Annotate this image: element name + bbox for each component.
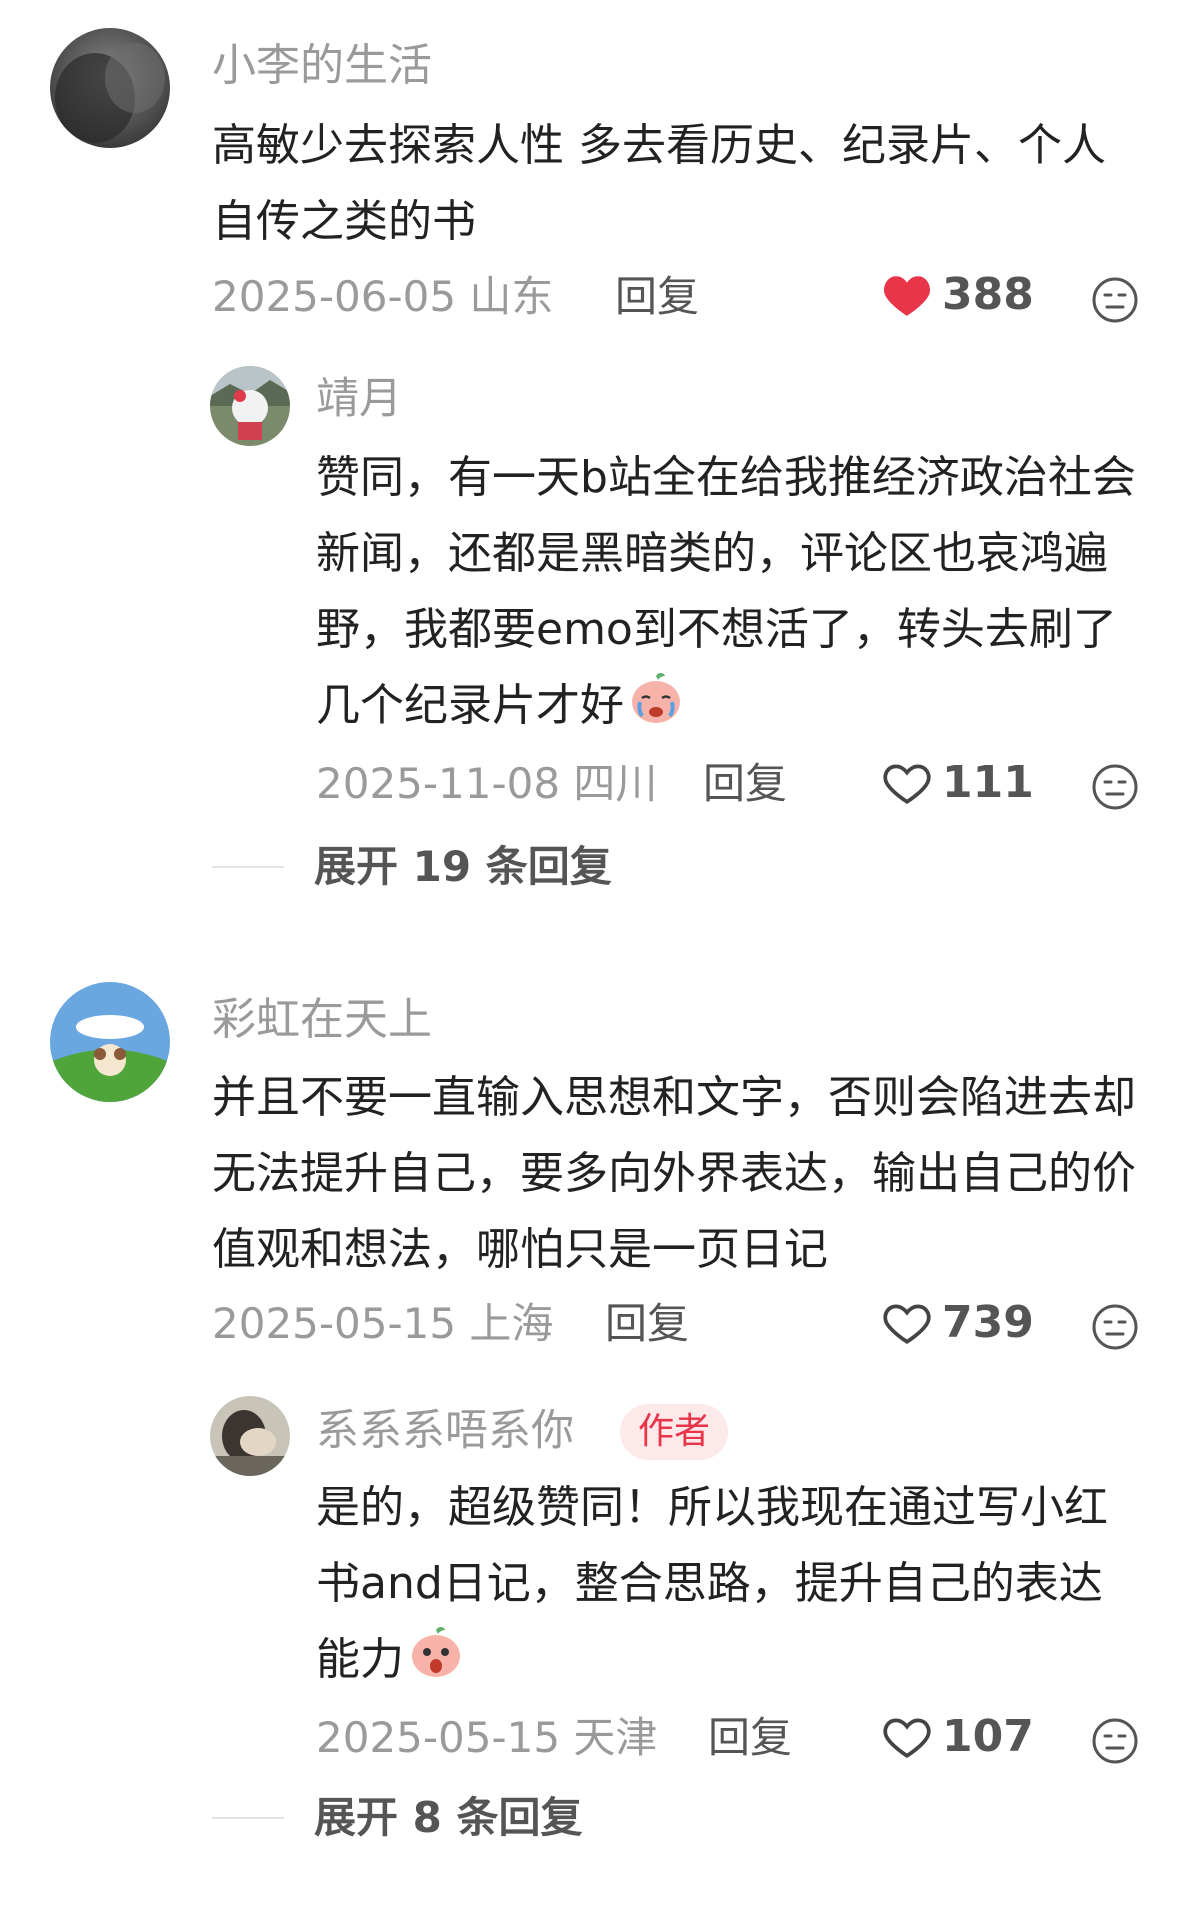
heart-outline-icon — [882, 760, 932, 806]
reply-button[interactable]: 回复 — [605, 1303, 689, 1345]
avatar[interactable] — [50, 982, 170, 1102]
comment-date-location: 2025-05-15 上海 — [212, 1299, 554, 1348]
like-count: 107 — [942, 1711, 1034, 1762]
dislike-icon[interactable] — [1091, 763, 1139, 811]
reply-button[interactable]: 回复 — [615, 276, 699, 318]
crying-peach-emoji — [628, 670, 684, 726]
divider-line — [212, 1817, 284, 1819]
dislike-icon[interactable] — [1091, 1717, 1139, 1765]
comment-username[interactable]: 彩虹在天上 — [212, 998, 432, 1042]
avatar[interactable] — [50, 28, 170, 148]
reply-date-location: 2025-05-15 天津 — [316, 1713, 658, 1762]
expand-replies-label: 展开 19 条回复 — [314, 842, 612, 891]
comment-username[interactable]: 小李的生活 — [212, 44, 432, 88]
heart-filled-icon — [882, 272, 932, 318]
dislike-icon[interactable] — [1091, 276, 1139, 324]
avatar[interactable] — [210, 1396, 290, 1476]
like-button[interactable]: 111 — [882, 760, 1034, 806]
like-count: 388 — [942, 269, 1034, 320]
reply-text: 是的，超级赞同！所以我现在通过写小红书and日记，整合思路，提升自己的表达能力 — [316, 1470, 1146, 1698]
expand-replies-button[interactable]: 展开 8 条回复 — [212, 1797, 582, 1839]
heart-outline-icon — [882, 1300, 932, 1346]
reply-button[interactable]: 回复 — [708, 1717, 792, 1759]
comment-text: 并且不要一直输入思想和文字，否则会陷进去却无法提升自己，要多向外界表达，输出自己… — [212, 1072, 1136, 1275]
reply-text: 赞同，有一天b站全在给我推经济政治社会新闻，还都是黑暗类的，评论区也哀鸿遍野，我… — [316, 440, 1146, 744]
avatar[interactable] — [210, 366, 290, 446]
reply-username[interactable]: 系系系唔系你 — [316, 1410, 574, 1453]
dislike-icon[interactable] — [1091, 1303, 1139, 1351]
heart-outline-icon — [882, 1714, 932, 1760]
reply-button[interactable]: 回复 — [703, 763, 787, 805]
comment-date-location: 2025-06-05 山东 — [212, 272, 554, 321]
shocked-peach-emoji — [408, 1624, 464, 1680]
expand-replies-button[interactable]: 展开 19 条回复 — [212, 846, 612, 888]
author-badge: 作者 — [620, 1404, 729, 1460]
like-button[interactable]: 107 — [882, 1714, 1034, 1760]
like-count: 739 — [942, 1297, 1034, 1348]
reply-username[interactable]: 靖月 — [316, 378, 402, 421]
reply-text-content: 赞同，有一天b站全在给我推经济政治社会新闻，还都是黑暗类的，评论区也哀鸿遍野，我… — [316, 452, 1136, 731]
like-button[interactable]: 388 — [882, 272, 1034, 318]
expand-replies-label: 展开 8 条回复 — [314, 1793, 583, 1842]
comment-text: 高敏少去探索人性 多去看历史、纪录片、个人自传之类的书 — [212, 120, 1106, 247]
divider-line — [212, 866, 284, 868]
like-count: 111 — [942, 757, 1034, 808]
reply-date-location: 2025-11-08 四川 — [316, 759, 658, 808]
like-button[interactable]: 739 — [882, 1300, 1034, 1346]
